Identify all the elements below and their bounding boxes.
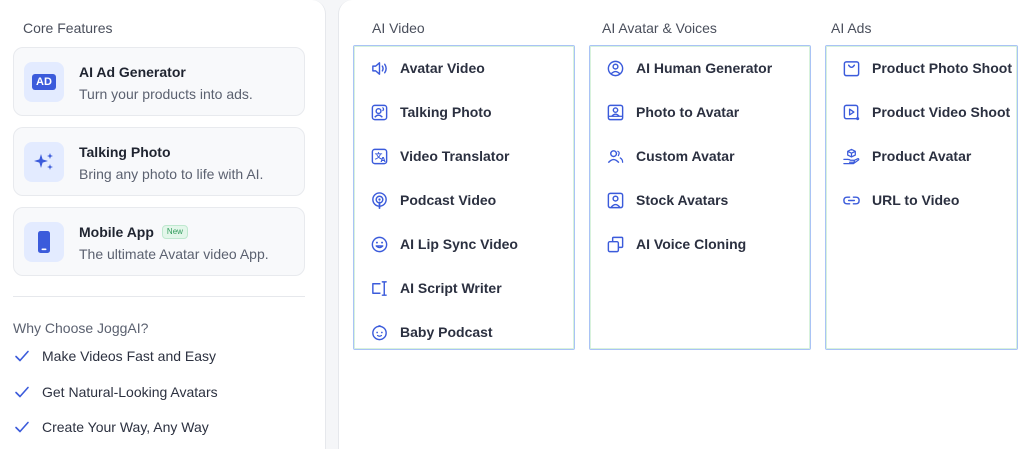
menu-item-ai-lip-sync-video[interactable]: AI Lip Sync Video [370,234,518,254]
menu-item-stock-avatars[interactable]: Stock Avatars [606,190,728,210]
menu-item-product-video-shoot[interactable]: Product Video Shoot [842,102,1010,122]
users-icon [607,149,624,163]
why-item: Create Your Way, Any Way [14,419,209,435]
core-features-panel: Core Features AD AI Ad Generator Turn yo… [0,0,326,449]
why-item: Get Natural-Looking Avatars [14,384,218,400]
hand-box-icon [843,148,860,164]
menu-item-photo-to-avatar[interactable]: Photo to Avatar [606,102,739,122]
menu-item-baby-podcast[interactable]: Baby Podcast [370,322,493,342]
menu-item-product-photo-shoot[interactable]: Product Photo Shoot [842,58,1012,78]
feature-subtitle: Bring any photo to life with AI. [79,166,264,182]
smile-icon [371,236,388,252]
video-play-icon [843,104,860,120]
check-icon [15,421,29,433]
bag-icon [843,60,860,76]
menu-item-custom-avatar[interactable]: Custom Avatar [606,146,735,166]
check-icon [15,386,29,398]
check-icon [15,350,29,362]
column-title-ai-ads: AI Ads [831,20,872,36]
user-frame-icon [607,192,624,208]
why-choose-title: Why Choose JoggAI? [13,320,149,336]
copy-icon [607,236,624,252]
user-square-icon [607,104,624,120]
column-ai-ads: Product Photo Shoot Product Video Shoot … [825,45,1018,350]
column-ai-video: Avatar Video Talking Photo 文A Video Tran… [353,45,575,350]
svg-text:A: A [380,156,386,164]
link-icon [843,195,860,205]
feature-subtitle: Turn your products into ads. [79,86,253,102]
sparkles-icon [24,142,64,182]
feature-card-talking-photo[interactable]: Talking Photo Bring any photo to life wi… [13,127,305,196]
menu-item-ai-voice-cloning[interactable]: AI Voice Cloning [606,234,746,254]
menu-item-ai-human-generator[interactable]: AI Human Generator [606,58,772,78]
feature-title: Mobile App New [79,224,188,240]
menu-item-ai-script-writer[interactable]: AI Script Writer [370,278,502,298]
column-ai-avatar-voices: AI Human Generator Photo to Avatar Custo… [589,45,811,350]
user-circle-icon [607,60,624,76]
divider [13,296,305,297]
column-title-ai-avatar-voices: AI Avatar & Voices [602,20,717,36]
new-badge: New [161,225,188,239]
phone-icon [24,222,64,262]
baby-icon [372,324,387,340]
feature-subtitle: The ultimate Avatar video App. [79,246,269,262]
menu-item-url-to-video[interactable]: URL to Video [842,190,959,210]
menu-item-talking-photo[interactable]: Talking Photo [370,102,492,122]
products-menu-panel: AI Video Avatar Video Talking Photo 文A V… [338,0,1024,449]
menu-item-avatar-video[interactable]: Avatar Video [370,58,485,78]
ad-icon: AD [24,62,64,102]
feature-card-ai-ad-generator[interactable]: AD AI Ad Generator Turn your products in… [13,47,305,116]
menu-item-video-translator[interactable]: 文A Video Translator [370,146,509,166]
text-cursor-icon [372,280,387,296]
portrait-sound-icon [371,104,388,120]
feature-card-mobile-app[interactable]: Mobile App New The ultimate Avatar video… [13,207,305,276]
speaker-icon [372,61,387,75]
column-title-ai-video: AI Video [372,20,425,36]
menu-item-podcast-video[interactable]: Podcast Video [370,190,496,210]
core-features-title: Core Features [23,20,113,36]
feature-title: AI Ad Generator [79,64,186,80]
menu-item-product-avatar[interactable]: Product Avatar [842,146,971,166]
feature-title: Talking Photo [79,144,171,160]
why-item: Make Videos Fast and Easy [14,348,216,364]
translate-icon: 文A [371,148,388,164]
podcast-icon [372,191,387,209]
